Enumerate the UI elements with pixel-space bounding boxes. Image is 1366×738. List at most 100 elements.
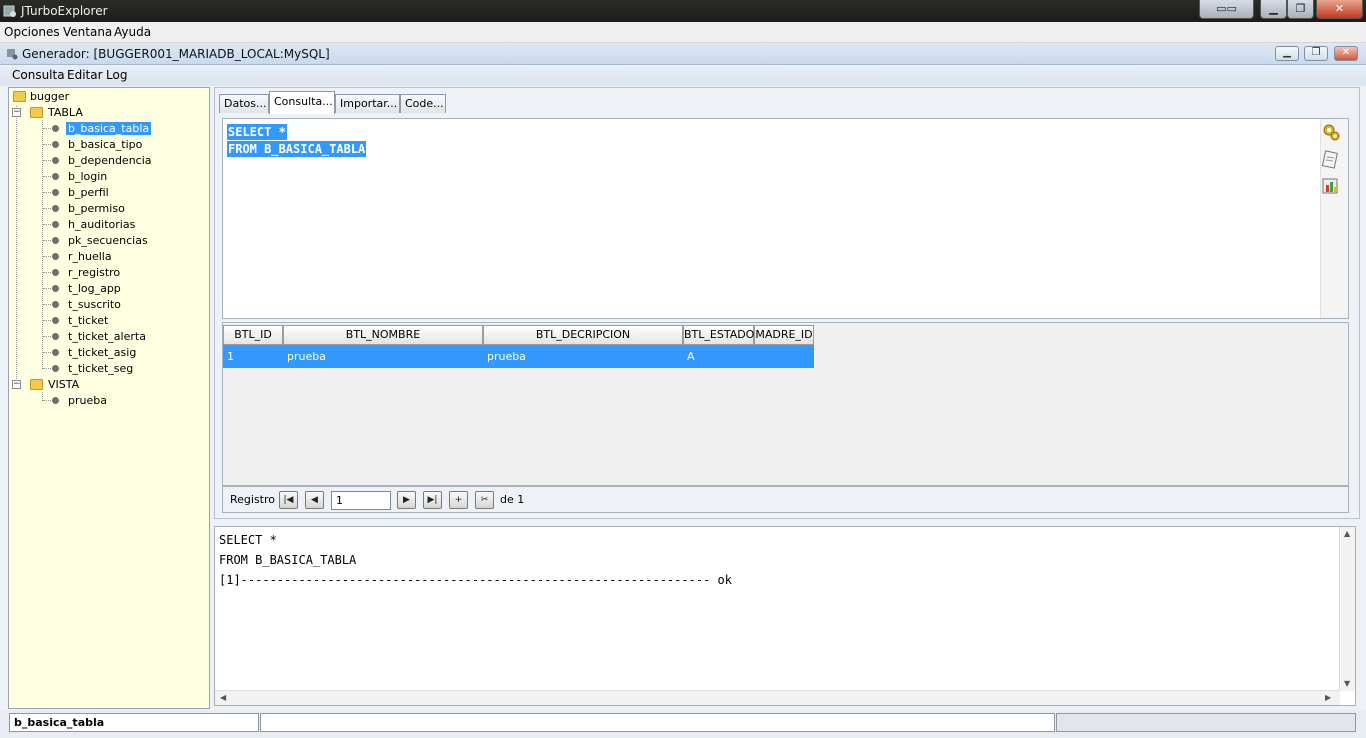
add-record-button[interactable]: + [449, 491, 468, 509]
menu-ayuda[interactable]: Ayuda [114, 25, 151, 39]
column-header[interactable]: MADRE_ID [754, 325, 814, 345]
menu-opciones[interactable]: Opciones [4, 25, 60, 39]
tree-item-r-huella[interactable]: r_huella [68, 249, 112, 264]
inner-maximize-button[interactable]: ❐ [1304, 46, 1328, 61]
table-cell[interactable]: A [683, 345, 754, 368]
restore-layout-button[interactable]: ▭▭ [1199, 0, 1254, 19]
table-icon [52, 269, 59, 276]
table-icon [52, 221, 59, 228]
inner-frame-titlebar: Generador: [BUGGER001_MARIADB_LOCAL:MySQ… [0, 43, 1366, 65]
scroll-left-icon[interactable]: ◀ [220, 693, 226, 702]
app-icon [3, 5, 16, 17]
tree-item-t-ticket-seg[interactable]: t_ticket_seg [68, 361, 133, 376]
tree-item-b-login[interactable]: b_login [68, 169, 107, 184]
tree-item-b-permiso[interactable]: b_permiso [68, 201, 125, 216]
tree-item-b-dependencia[interactable]: b_dependencia [68, 153, 152, 168]
table-cell[interactable]: prueba [283, 345, 483, 368]
menu-editar[interactable]: Editar [67, 68, 103, 82]
table-icon [52, 189, 59, 196]
table-icon [52, 285, 59, 292]
sql-line-select: SELECT * [227, 124, 287, 140]
folder-icon [30, 379, 43, 390]
sql-editor[interactable]: SELECT * FROM B_BASICA_TABLA [222, 118, 1349, 319]
navigator-label: Registro [230, 493, 276, 506]
tree-item-b-basica-tipo[interactable]: b_basica_tipo [68, 137, 142, 152]
table-icon [52, 365, 59, 372]
folder-icon [13, 91, 26, 102]
window-title: JTurboExplorer [21, 4, 108, 18]
table-cell[interactable] [754, 345, 814, 368]
tab-code[interactable]: Code... [400, 94, 446, 113]
tree-connector [16, 106, 17, 387]
window-titlebar: JTurboExplorer ▭▭ ▁ ❐ ✕ [0, 0, 1366, 22]
horizontal-scrollbar[interactable]: ◀ ▶ [215, 690, 1340, 705]
column-header[interactable]: BTL_ESTADO [683, 325, 754, 345]
next-record-button[interactable]: ▶ [397, 491, 416, 509]
log-line: [1]-------------------------------------… [219, 573, 732, 587]
gear-icon[interactable] [1321, 122, 1341, 142]
result-grid[interactable]: BTL_ID BTL_NOMBRE BTL_DECRIPCION BTL_EST… [222, 322, 1349, 486]
sql-line-from: FROM B_BASICA_TABLA [227, 141, 367, 157]
inner-close-button[interactable]: ✕ [1334, 46, 1358, 61]
last-record-button[interactable]: ▶| [423, 491, 442, 509]
chart-icon[interactable] [1321, 176, 1341, 196]
tab-importar[interactable]: Importar... [335, 94, 400, 113]
table-icon [52, 157, 59, 164]
menu-log[interactable]: Log [106, 68, 127, 82]
first-record-button[interactable]: |◀ [279, 491, 298, 509]
column-header[interactable]: BTL_ID [223, 325, 283, 345]
status-message [260, 713, 1055, 732]
tree-item-b-perfil[interactable]: b_perfil [68, 185, 109, 200]
menu-ventana[interactable]: Ventana [63, 25, 112, 39]
table-cell[interactable]: prueba [483, 345, 683, 368]
tab-datos[interactable]: Datos... [219, 94, 269, 113]
inner-minimize-button[interactable]: ▁ [1275, 46, 1299, 61]
status-bar: b_basica_tabla [0, 710, 1366, 738]
table-icon [52, 333, 59, 340]
tab-consulta[interactable]: Consulta... [269, 91, 335, 114]
table-icon [52, 205, 59, 212]
tree-root[interactable]: bugger [30, 89, 69, 104]
tree-item-t-ticket-alerta[interactable]: t_ticket_alerta [68, 329, 146, 344]
tree-item-t-ticket[interactable]: t_ticket [68, 313, 108, 328]
tree-item-b-basica-tabla[interactable]: b_basica_tabla [66, 121, 152, 136]
previous-record-button[interactable]: ◀ [305, 491, 324, 509]
inner-menubar: Consulta Editar Log [0, 65, 1366, 86]
table-icon [52, 253, 59, 260]
edit-icon[interactable] [1321, 149, 1341, 169]
tree-folder-tabla[interactable]: TABLA [48, 105, 83, 120]
tree-item-r-registro[interactable]: r_registro [68, 265, 120, 280]
tree-item-h-auditorias[interactable]: h_auditorias [68, 217, 135, 232]
tree-item-t-log-app[interactable]: t_log_app [68, 281, 121, 296]
delete-record-button[interactable]: ✂ [475, 491, 494, 509]
vertical-scrollbar[interactable]: ▲ ▼ [1339, 527, 1355, 691]
record-number-input[interactable]: 1 [331, 491, 391, 510]
tree-item-pk-secuencias[interactable]: pk_secuencias [68, 233, 148, 248]
table-icon [52, 317, 59, 324]
tree-item-t-ticket-asig[interactable]: t_ticket_asig [68, 345, 136, 360]
collapse-icon[interactable]: − [12, 108, 21, 117]
column-header[interactable]: BTL_NOMBRE [283, 325, 483, 345]
scroll-up-icon[interactable]: ▲ [1344, 529, 1350, 538]
table-icon [52, 301, 59, 308]
schema-tree[interactable]: bugger − TABLA b_basica_tabla b_basica_t… [8, 87, 210, 709]
menu-consulta[interactable]: Consulta [12, 68, 65, 82]
maximize-button[interactable]: ❐ [1287, 0, 1314, 19]
column-header[interactable]: BTL_DECRIPCION [483, 325, 683, 345]
scroll-right-icon[interactable]: ▶ [1325, 693, 1331, 702]
table-cell[interactable]: 1 [223, 345, 283, 368]
main-menubar: Opciones Ventana Ayuda [0, 22, 1366, 43]
log-console[interactable]: SELECT * FROM B_BASICA_TABLA [1]--------… [214, 526, 1356, 706]
log-line: SELECT * [219, 533, 277, 547]
tree-connector [42, 120, 43, 369]
status-progress [1056, 713, 1356, 732]
close-button[interactable]: ✕ [1316, 0, 1363, 19]
collapse-icon[interactable]: − [12, 380, 21, 389]
record-total: de 1 [500, 493, 525, 506]
tree-item-prueba[interactable]: prueba [68, 393, 107, 408]
tree-folder-vista[interactable]: VISTA [48, 377, 79, 392]
scroll-down-icon[interactable]: ▼ [1344, 679, 1350, 688]
tree-item-t-suscrito[interactable]: t_suscrito [68, 297, 121, 312]
minimize-button[interactable]: ▁ [1260, 0, 1287, 19]
status-selected-object: b_basica_tabla [9, 713, 259, 732]
